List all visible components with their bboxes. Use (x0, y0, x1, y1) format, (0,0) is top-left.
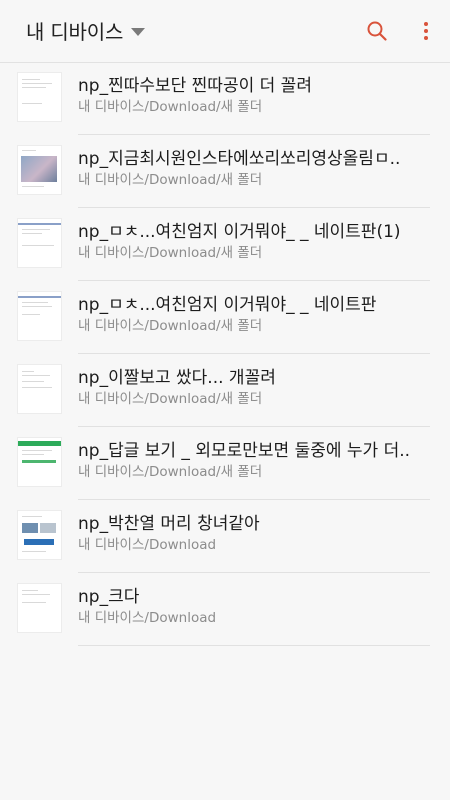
dropdown-caret-icon (131, 27, 146, 36)
file-thumbnail (17, 583, 62, 633)
list-item[interactable]: np_박찬열 머리 창녀같아 내 디바이스/Download (0, 500, 450, 573)
file-name: np_ㅁㅊ...여친엄지 이거뭐야_ _ 네이트판(1) (78, 222, 401, 242)
file-name: np_답글 보기 _ 외모로만보면 둘중에 누가 더.. (78, 441, 411, 461)
file-name: np_이짤보고 쌌다... 개꼴려 (78, 368, 276, 388)
app-bar: 내 디바이스 (0, 0, 450, 63)
file-name: np_박찬열 머리 창녀같아 (78, 514, 260, 534)
file-name: np_ㅁㅊ...여친엄지 이거뭐야_ _ 네이트판 (78, 295, 377, 315)
search-button[interactable] (364, 18, 390, 44)
file-thumbnail (17, 364, 62, 414)
list-item[interactable]: np_ㅁㅊ...여친엄지 이거뭐야_ _ 네이트판 내 디바이스/Downloa… (0, 281, 450, 354)
file-path: 내 디바이스/Download/새 폴더 (78, 245, 263, 261)
file-path: 내 디바이스/Download/새 폴더 (78, 99, 263, 115)
more-vert-icon (424, 22, 428, 40)
file-list: np_찐따수보단 찐따공이 더 꼴려 내 디바이스/Download/새 폴더 … (0, 62, 450, 646)
file-path: 내 디바이스/Download (78, 610, 217, 626)
file-path: 내 디바이스/Download (78, 537, 217, 553)
list-item[interactable]: np_답글 보기 _ 외모로만보면 둘중에 누가 더.. 내 디바이스/Down… (0, 427, 450, 500)
list-item[interactable]: np_ㅁㅊ...여친엄지 이거뭐야_ _ 네이트판(1) 내 디바이스/Down… (0, 208, 450, 281)
file-name: np_찐따수보단 찐따공이 더 꼴려 (78, 76, 312, 96)
file-name: np_크다 (78, 587, 140, 607)
file-path: 내 디바이스/Download/새 폴더 (78, 464, 263, 480)
file-name: np_지금최시원인스타에쏘리쏘리영상올림ㅁ.. (78, 149, 401, 169)
search-icon (367, 21, 387, 41)
file-thumbnail (17, 291, 62, 341)
file-thumbnail (17, 437, 62, 487)
file-thumbnail (17, 145, 62, 195)
list-item[interactable]: np_크다 내 디바이스/Download (0, 573, 450, 646)
file-path: 내 디바이스/Download/새 폴더 (78, 172, 263, 188)
storage-selector[interactable]: 내 디바이스 (26, 16, 146, 45)
list-item[interactable]: np_이짤보고 쌌다... 개꼴려 내 디바이스/Download/새 폴더 (0, 354, 450, 427)
file-thumbnail (17, 218, 62, 268)
file-browser: 내 디바이스 np_찐따수보단 찐따공이 더 꼴려 내 디바이스/Downloa… (0, 0, 450, 800)
file-path: 내 디바이스/Download/새 폴더 (78, 318, 263, 334)
file-path: 내 디바이스/Download/새 폴더 (78, 391, 263, 407)
more-options-button[interactable] (413, 18, 439, 44)
page-title: 내 디바이스 (26, 20, 124, 44)
divider (78, 645, 430, 646)
list-item[interactable]: np_지금최시원인스타에쏘리쏘리영상올림ㅁ.. 내 디바이스/Download/… (0, 135, 450, 208)
file-thumbnail (17, 72, 62, 122)
file-thumbnail (17, 510, 62, 560)
list-item[interactable]: np_찐따수보단 찐따공이 더 꼴려 내 디바이스/Download/새 폴더 (0, 62, 450, 135)
